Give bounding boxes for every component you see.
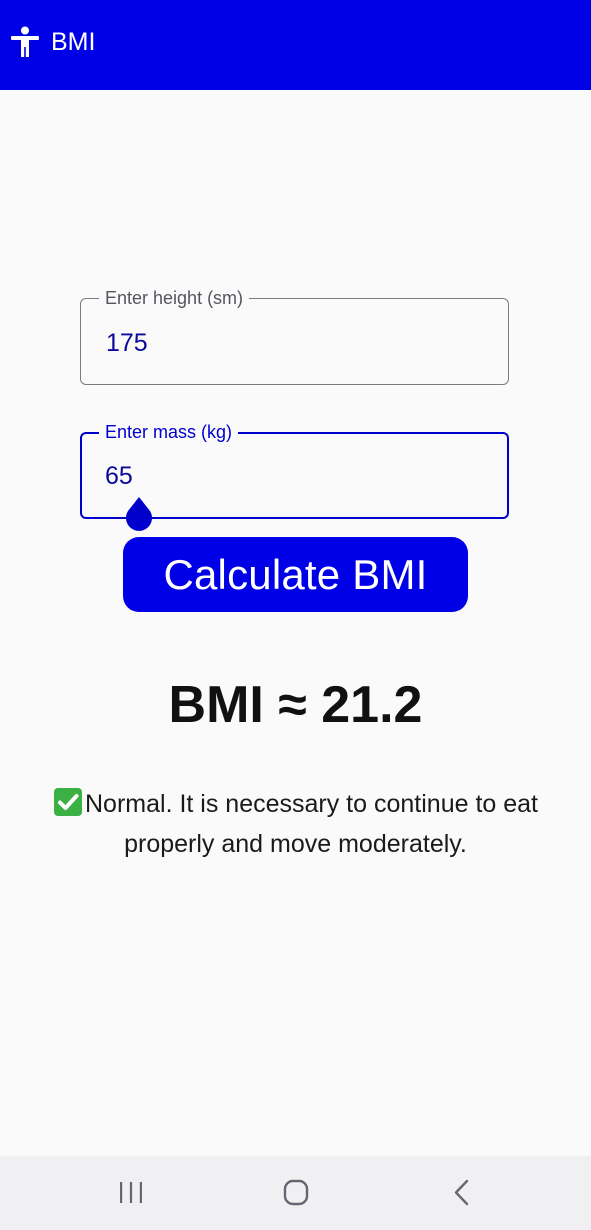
advice-text-block: Normal. It is necessary to continue to e…	[20, 784, 571, 864]
screen: BMI Enter height (sm) 175 Enter mass (kg…	[0, 0, 591, 1230]
mass-field[interactable]: Enter mass (kg) 65	[80, 421, 509, 531]
back-icon[interactable]	[442, 1176, 482, 1210]
accessibility-person-icon	[11, 26, 39, 57]
system-nav-bar	[0, 1156, 591, 1230]
mass-field-label: Enter mass (kg)	[99, 421, 239, 443]
recents-icon[interactable]	[111, 1176, 151, 1210]
height-field[interactable]: Enter height (sm) 175	[80, 287, 509, 385]
check-mark-icon	[54, 788, 82, 816]
bmi-result: BMI ≈ 21.2	[168, 676, 423, 734]
home-icon[interactable]	[276, 1176, 316, 1210]
text-cursor-handle-icon[interactable]	[122, 496, 156, 534]
mass-field-value[interactable]: 65	[105, 462, 133, 490]
app-bar: BMI	[0, 0, 591, 90]
height-field-value[interactable]: 175	[106, 329, 148, 357]
height-field-label: Enter height (sm)	[99, 287, 250, 309]
advice-text: Normal. It is necessary to continue to e…	[85, 790, 538, 858]
calculate-bmi-button[interactable]: Calculate BMI	[123, 537, 468, 612]
app-title: BMI	[51, 28, 96, 56]
